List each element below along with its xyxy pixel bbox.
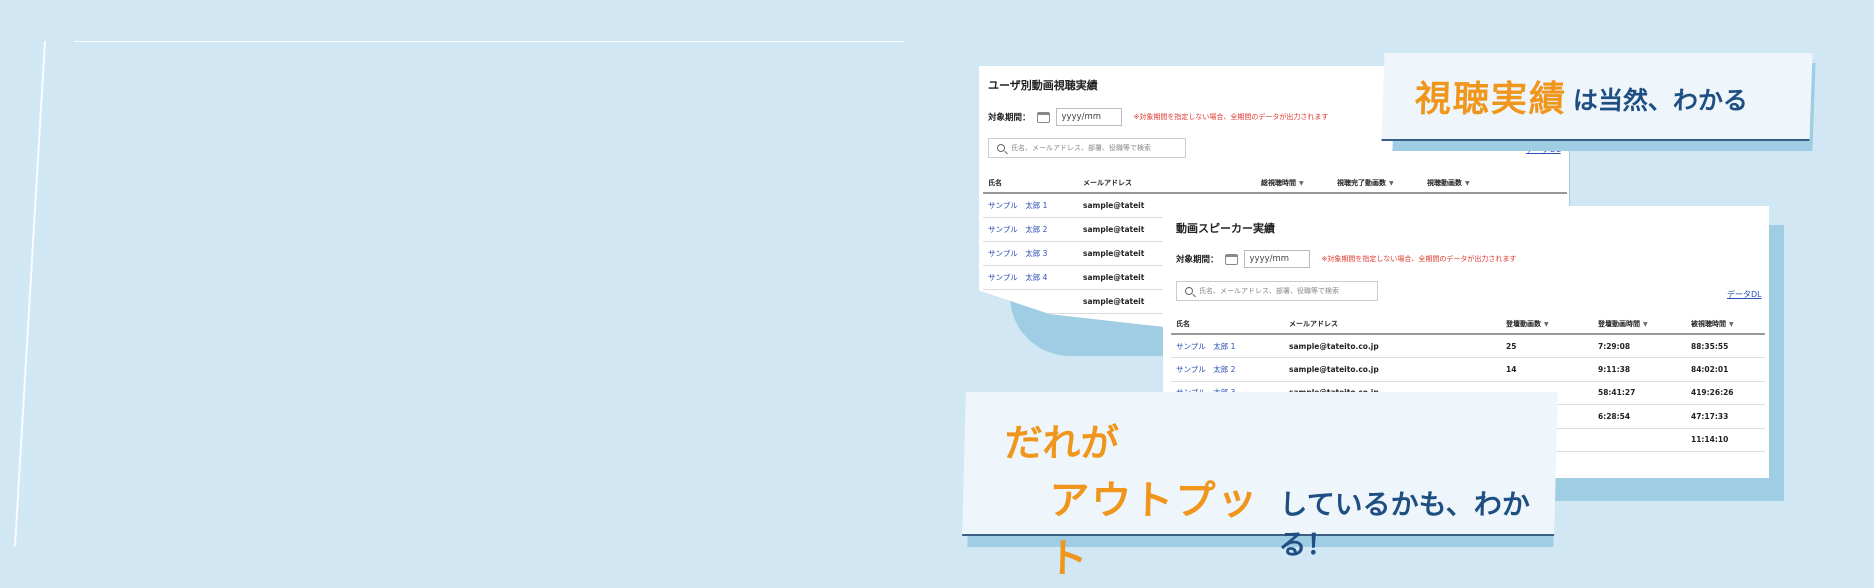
video-duration-cell: [1593, 428, 1686, 452]
sort-caret-icon: ▼: [1643, 320, 1648, 328]
video-duration-cell: 9:11:38: [1593, 357, 1686, 382]
video-duration-cell: 6:28:54: [1593, 404, 1686, 429]
column-header-sortable[interactable]: 登壇動画時間 ▼: [1593, 314, 1686, 335]
user-name-link[interactable]: サンプル 太郎 4: [983, 265, 1078, 290]
column-header-sortable[interactable]: 総視聴時間 ▼: [1256, 173, 1332, 194]
column-header: 氏名: [1171, 314, 1284, 335]
email-cell: sample@tateito.co.jp: [1284, 357, 1501, 382]
column-header-label: 視聴完了動画数: [1337, 178, 1386, 187]
search-icon: [997, 144, 1005, 152]
panel-title: 動画スピーカー実績: [1176, 222, 1275, 235]
user-name-link[interactable]: サンプル 太郎 1: [983, 193, 1078, 218]
period-label: 対象期間：: [988, 113, 1031, 123]
callout-highlight: アウトプット: [1046, 478, 1260, 582]
panel-title: ユーザ別動画視聴実績: [988, 79, 1098, 92]
video-count-cell: 14: [1501, 357, 1593, 382]
period-note: ※対象期間を指定しない場合、全期間のデータが出力されます: [1133, 113, 1329, 121]
callout-text: しているかも、わかる！: [1278, 488, 1531, 561]
watched-time-cell: 419:26:26: [1686, 381, 1765, 405]
column-header-label: 登壇動画時間: [1598, 319, 1640, 328]
column-header-label: 総視聴時間: [1261, 178, 1296, 187]
search-placeholder: 氏名、メールアドレス、部署、役職等で検索: [1199, 287, 1339, 295]
decorative-frame-left: [13, 41, 46, 547]
sort-caret-icon: ▼: [1465, 179, 1470, 187]
watched-time-cell: 88:35:55: [1686, 334, 1765, 358]
column-header-sortable[interactable]: 視聴動画数 ▼: [1422, 173, 1567, 194]
user-name-link[interactable]: サンプル 太郎 3: [983, 241, 1078, 266]
search-input[interactable]: 氏名、メールアドレス、部署、役職等で検索: [988, 138, 1186, 158]
search-icon: [1185, 287, 1193, 295]
email-cell: sample@tateito.co.jp: [1284, 334, 1501, 358]
column-header-sortable[interactable]: 被視聴時間 ▼: [1686, 314, 1765, 335]
search-input[interactable]: 氏名、メールアドレス、部署、役職等で検索: [1176, 281, 1378, 301]
period-label: 対象期間：: [1176, 255, 1219, 265]
sort-caret-icon: ▼: [1389, 179, 1394, 187]
watched-time-cell: 84:02:01: [1686, 357, 1765, 382]
watched-time-cell: 11:14:10: [1686, 428, 1765, 452]
video-duration-cell: 7:29:08: [1593, 334, 1686, 358]
column-header-sortable[interactable]: 登壇動画数 ▼: [1501, 314, 1593, 335]
speaker-name-link[interactable]: サンプル 太郎 1: [1171, 334, 1284, 358]
sort-caret-icon: ▼: [1729, 320, 1734, 328]
video-duration-cell: 58:41:27: [1593, 381, 1686, 405]
date-input[interactable]: yyyy/mm: [1243, 250, 1310, 268]
calendar-icon[interactable]: [1224, 253, 1238, 265]
period-filter: 対象期間： yyyy/mm ※対象期間を指定しない場合、全期間のデータが出力され…: [1176, 250, 1516, 268]
decorative-frame-top: [74, 41, 904, 42]
search-placeholder: 氏名、メールアドレス、部署、役職等で検索: [1011, 144, 1151, 152]
speaker-name-link[interactable]: サンプル 太郎 2: [1171, 357, 1284, 382]
period-filter: 対象期間： yyyy/mm ※対象期間を指定しない場合、全期間のデータが出力され…: [988, 108, 1328, 126]
watched-time-cell: 47:17:33: [1686, 404, 1765, 429]
callout-output: だれが アウトプット しているかも、わかる！: [962, 392, 1558, 582]
data-download-link[interactable]: データDL: [1727, 289, 1762, 300]
user-name-link[interactable]: サンプル 太郎 2: [983, 217, 1078, 242]
callout-viewing-results: 視聴実績 は当然、わかる: [1381, 53, 1813, 141]
calendar-icon[interactable]: [1036, 111, 1050, 123]
video-count-cell: 25: [1501, 334, 1593, 358]
callout-highlight: 視聴実績: [1414, 79, 1568, 120]
column-header-label: 被視聴時間: [1691, 319, 1726, 328]
date-input[interactable]: yyyy/mm: [1055, 108, 1122, 126]
callout-text: は当然、わかる: [1572, 86, 1749, 115]
period-note: ※対象期間を指定しない場合、全期間のデータが出力されます: [1321, 255, 1517, 263]
column-header-label: 視聴動画数: [1427, 178, 1462, 187]
column-header-sortable[interactable]: 視聴完了動画数 ▼: [1332, 173, 1422, 194]
column-header-label: 登壇動画数: [1506, 319, 1541, 328]
table-row: サンプル 太郎 1 sample@tateito.co.jp 25 7:29:08 88…: [1171, 334, 1765, 358]
table-row: サンプル 太郎 2 sample@tateito.co.jp 14 9:11:38 84…: [1171, 357, 1765, 382]
sort-caret-icon: ▼: [1544, 320, 1549, 328]
column-header: メールアドレス: [1078, 173, 1256, 194]
sort-caret-icon: ▼: [1299, 179, 1304, 187]
callout-line2: アウトプット しているかも、わかる！: [1047, 468, 1556, 584]
callout-line1: だれが: [1003, 421, 1120, 465]
column-header: 氏名: [983, 173, 1078, 194]
column-header: メールアドレス: [1284, 314, 1501, 335]
